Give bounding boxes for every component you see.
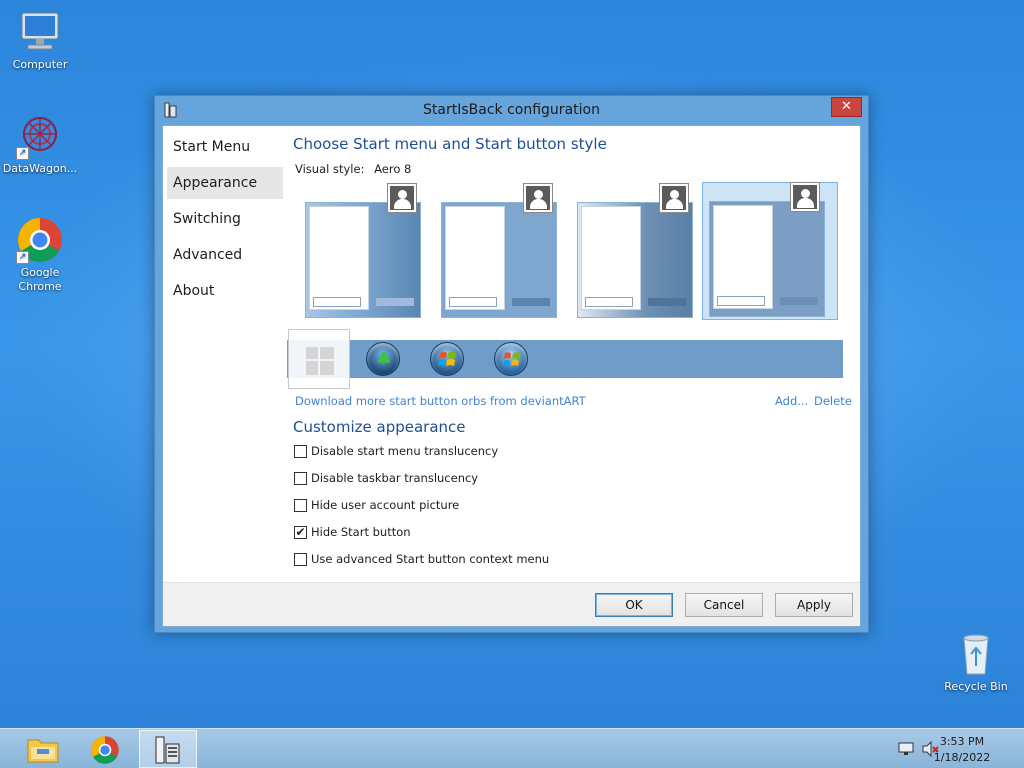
preview-shutdown-bar (376, 298, 414, 306)
preview-shutdown-bar (648, 298, 686, 306)
desktop-icon-recycle-bin[interactable]: Recycle Bin (936, 630, 1016, 694)
download-orbs-link[interactable]: Download more start button orbs from dev… (295, 394, 586, 408)
chrome-icon: ↗ (16, 216, 64, 264)
preview-search-box (717, 296, 765, 306)
style-option-2[interactable] (438, 184, 562, 324)
checkbox-label: Disable taskbar translucency (311, 471, 479, 485)
nav-item-appearance[interactable]: Appearance (167, 167, 283, 199)
desktop-icon-computer[interactable]: Computer (0, 8, 80, 72)
ok-button[interactable]: OK (595, 593, 673, 617)
user-avatar-icon (388, 184, 416, 212)
customize-section-heading: Customize appearance (293, 418, 466, 436)
startisback-config-window: StartIsBack configuration ✕ Start Menu A… (154, 95, 869, 633)
windows-vista-orb-icon (494, 342, 528, 376)
checkbox-checked[interactable]: ✔ (294, 526, 307, 539)
checkbox[interactable] (294, 445, 307, 458)
windows8-logo-icon (306, 347, 334, 379)
computer-icon (16, 8, 64, 56)
user-avatar-icon (791, 183, 819, 211)
style-preview (305, 202, 421, 318)
clock-date: 1/18/2022 (933, 751, 991, 764)
window-title: StartIsBack configuration (423, 102, 600, 118)
taskbar-file-explorer[interactable] (14, 730, 72, 768)
shortcut-arrow-icon: ↗ (16, 147, 29, 160)
taskbar: 3:53 PM 1/18/2022 (0, 728, 1024, 768)
style-option-4[interactable] (702, 182, 838, 320)
orb-option-vista[interactable] (480, 329, 542, 389)
settings-nav: Start Menu Appearance Switching Advanced… (163, 126, 286, 582)
appearance-panel: Choose Start menu and Start button style… (286, 126, 860, 582)
desktop-icon-label: Recycle Bin (944, 680, 1008, 693)
window-titlebar[interactable]: StartIsBack configuration ✕ (155, 96, 868, 125)
desktop-icon-label: DataWagon... (2, 162, 78, 175)
cancel-button[interactable]: Cancel (685, 593, 763, 617)
nav-item-about[interactable]: About (167, 275, 283, 307)
nav-item-advanced[interactable]: Advanced (167, 239, 283, 271)
style-preview (709, 201, 825, 317)
checkbox-label: Disable start menu translucency (311, 444, 499, 458)
network-icon[interactable] (898, 741, 914, 761)
style-preview (577, 202, 693, 318)
orb-option-windows8[interactable] (288, 329, 350, 389)
preview-search-box (313, 297, 361, 307)
style-preview (441, 202, 557, 318)
clock-time: 3:53 PM (939, 735, 985, 748)
shortcut-arrow-icon: ↗ (16, 251, 29, 264)
datawagon-icon: ↗ (16, 112, 64, 160)
user-avatar-icon (660, 184, 688, 212)
preview-menu-area (309, 206, 369, 310)
chrome-icon (90, 735, 120, 768)
startisback-app-icon (154, 735, 182, 768)
preview-shutdown-bar (512, 298, 550, 306)
clover-orb-icon: ♣ (366, 342, 400, 376)
visual-style-value[interactable]: Aero 8 (374, 162, 411, 176)
preview-menu-area (581, 206, 641, 310)
windows7-orb-icon (430, 342, 464, 376)
recycle-bin-icon (952, 630, 1000, 678)
nav-item-start-menu[interactable]: Start Menu (167, 131, 283, 163)
user-avatar-icon (524, 184, 552, 212)
desktop-icon-chrome[interactable]: ↗ Google Chrome (0, 216, 80, 294)
checkbox-label: Hide user account picture (311, 498, 460, 512)
preview-menu-area (713, 205, 773, 309)
taskbar-clock[interactable]: 3:53 PM 1/18/2022 (922, 734, 1002, 766)
checkbox-label: Use advanced Start button context menu (311, 552, 550, 566)
window-client-area: Start Menu Appearance Switching Advanced… (162, 125, 861, 627)
visual-style-label: Visual style: (295, 162, 365, 176)
checkbox[interactable] (294, 472, 307, 485)
checkbox[interactable] (294, 499, 307, 512)
style-option-3[interactable] (574, 184, 698, 324)
taskbar-chrome[interactable] (76, 730, 134, 768)
visual-style-row: Visual style: Aero 8 (295, 162, 411, 176)
preview-search-box (449, 297, 497, 307)
start-orb-strip: ♣ (287, 329, 843, 389)
nav-item-switching[interactable]: Switching (167, 203, 283, 235)
apply-button[interactable]: Apply (775, 593, 853, 617)
checkbox-label: Hide Start button (311, 525, 411, 539)
close-button[interactable]: ✕ (831, 97, 862, 117)
delete-orb-link[interactable]: Delete (814, 394, 852, 408)
add-orb-link[interactable]: Add... (775, 394, 808, 408)
taskbar-startisback[interactable] (139, 730, 197, 768)
dialog-footer: OK Cancel Apply (163, 582, 860, 626)
desktop-icon-label: Google Chrome (18, 266, 62, 293)
preview-menu-area (445, 206, 505, 310)
preview-shutdown-bar (780, 297, 818, 305)
file-explorer-icon (27, 735, 59, 767)
style-option-1[interactable] (302, 184, 426, 324)
desktop-icon-label: Computer (12, 58, 68, 71)
orb-option-clover[interactable]: ♣ (352, 329, 414, 389)
checkbox[interactable] (294, 553, 307, 566)
preview-search-box (585, 297, 633, 307)
style-section-heading: Choose Start menu and Start button style (293, 135, 607, 153)
desktop-icon-datawagon[interactable]: ↗ DataWagon... (0, 112, 80, 176)
orb-option-windows7[interactable] (416, 329, 478, 389)
